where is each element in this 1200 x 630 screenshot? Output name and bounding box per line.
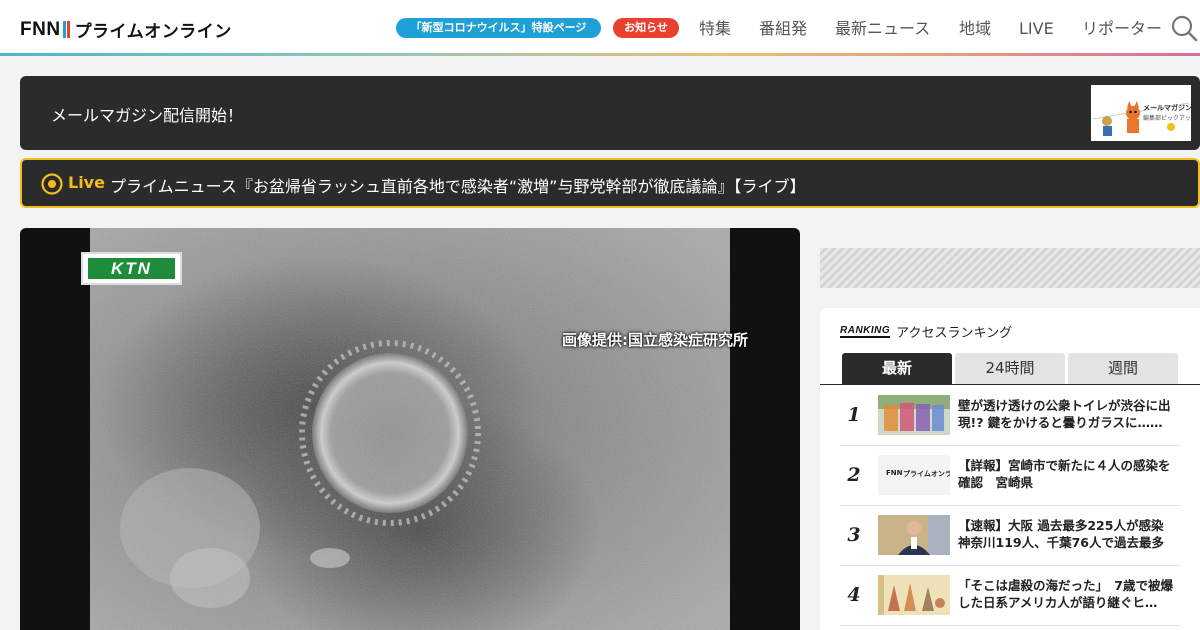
logo-bar-blue (62, 21, 66, 38)
nav-reporter[interactable]: リポーター (1082, 18, 1162, 40)
newsletter-thumbnail: メールマガジン 編集部ピックアップ (1091, 85, 1191, 141)
hero-image[interactable]: KTN 画像提供:国立感染症研究所 (20, 228, 800, 630)
nav-region[interactable]: 地域 (959, 18, 991, 40)
logo-bar-red (66, 21, 70, 38)
newsletter-banner[interactable]: メールマガジン配信開始！ メールマガジン 編集部ピックアップ (20, 76, 1200, 150)
ranking-item[interactable]: 2 FNN プライムオンライン 【詳報】宮崎市で新たに４人の感染を確認 宮崎県 (840, 446, 1180, 506)
rank-title: 【詳報】宮崎市で新たに４人の感染を確認 宮崎県 (958, 458, 1171, 490)
site-header: FNN プライムオンライン 「新型コロナウイルス」特設ページ お知らせ 特集 番… (0, 0, 1200, 56)
live-title: プライムニュース『お盆帰省ラッシュ直前各地で感染者“激増”与野党幹部が徹底議論』… (110, 177, 806, 196)
ranking-item[interactable]: 3 【速報】大阪 過去最多225人が感染 神奈川119人、千葉76人で過去最多 (840, 506, 1180, 566)
rank-thumbnail (878, 515, 950, 555)
live-label: Live (68, 173, 105, 192)
rank-thumbnail (878, 575, 950, 615)
nav-latest-news[interactable]: 最新ニュース (835, 18, 930, 40)
ad-placeholder (820, 248, 1200, 288)
rank-number: 3 (847, 524, 861, 546)
ranking-title-en: RANKING (840, 325, 891, 338)
site-logo[interactable]: FNN プライムオンライン (20, 17, 232, 42)
header-gradient-line (0, 53, 1200, 56)
ranking-header: RANKING アクセスランキング (840, 322, 1012, 341)
thumb-subtitle: 編集部ピックアップ (1143, 115, 1191, 122)
rank-title: 「そこは虐殺の海だった」 7歳で被爆した日系アメリカ人が語り継ぐヒ… (958, 578, 1173, 610)
station-logo: KTN (81, 252, 182, 285)
rank-number: 1 (847, 404, 861, 426)
notice-button[interactable]: お知らせ (613, 18, 679, 38)
ranking-panel: RANKING アクセスランキング 最新 24時間 週間 1 壁が透け透けの公衆… (820, 308, 1200, 630)
rank-title: 【速報】大阪 過去最多225人が感染 神奈川119人、千葉76人で過去最多 (958, 518, 1164, 550)
tab-24h[interactable]: 24時間 (955, 353, 1065, 384)
banner-text: メールマガジン配信開始！ (51, 106, 244, 125)
rank-thumbnail: FNN プライムオンライン (878, 455, 950, 495)
ranking-tabs: 最新 24時間 週間 (842, 353, 1178, 384)
search-icon[interactable] (1170, 14, 1198, 42)
rank-number: 4 (847, 584, 861, 606)
tab-weekly[interactable]: 週間 (1068, 353, 1178, 384)
rank-title: 壁が透け透けの公衆トイレが渋谷に出現!? 鍵をかけると曇りガラスに…… (958, 398, 1171, 430)
ranking-title: アクセスランキング (896, 326, 1013, 341)
nav-live[interactable]: LIVE (1019, 18, 1054, 40)
fnn-logo-mini-text: プライムオンライン (903, 470, 950, 478)
rank-number: 2 (847, 464, 861, 486)
rank-thumbnail (878, 395, 950, 435)
thumb-title: メールマガジン (1143, 104, 1191, 112)
logo-text: プライムオンライン (74, 22, 232, 41)
nav-programs[interactable]: 番組発 (759, 18, 807, 40)
live-eye-icon (41, 173, 63, 195)
tab-latest[interactable]: 最新 (842, 353, 952, 384)
nav-feature[interactable]: 特集 (699, 18, 731, 40)
tab-underline (820, 384, 1200, 385)
ranking-item[interactable]: 1 壁が透け透けの公衆トイレが渋谷に出現!? 鍵をかけると曇りガラスに…… (840, 386, 1180, 446)
corona-special-button[interactable]: 「新型コロナウイルス」特設ページ (396, 18, 601, 38)
ranking-item[interactable]: 4 「そこは虐殺の海だった」 7歳で被爆した日系アメリカ人が語り継ぐヒ… (840, 566, 1180, 626)
live-bar[interactable]: Live プライムニュース『お盆帰省ラッシュ直前各地で感染者“激増”与野党幹部が… (20, 158, 1200, 208)
logo-mark: FNN (20, 18, 61, 40)
image-credit: 画像提供:国立感染症研究所 (562, 331, 748, 349)
virus-micrograph (90, 228, 730, 630)
fnn-logo-mini: FNN (886, 469, 903, 477)
